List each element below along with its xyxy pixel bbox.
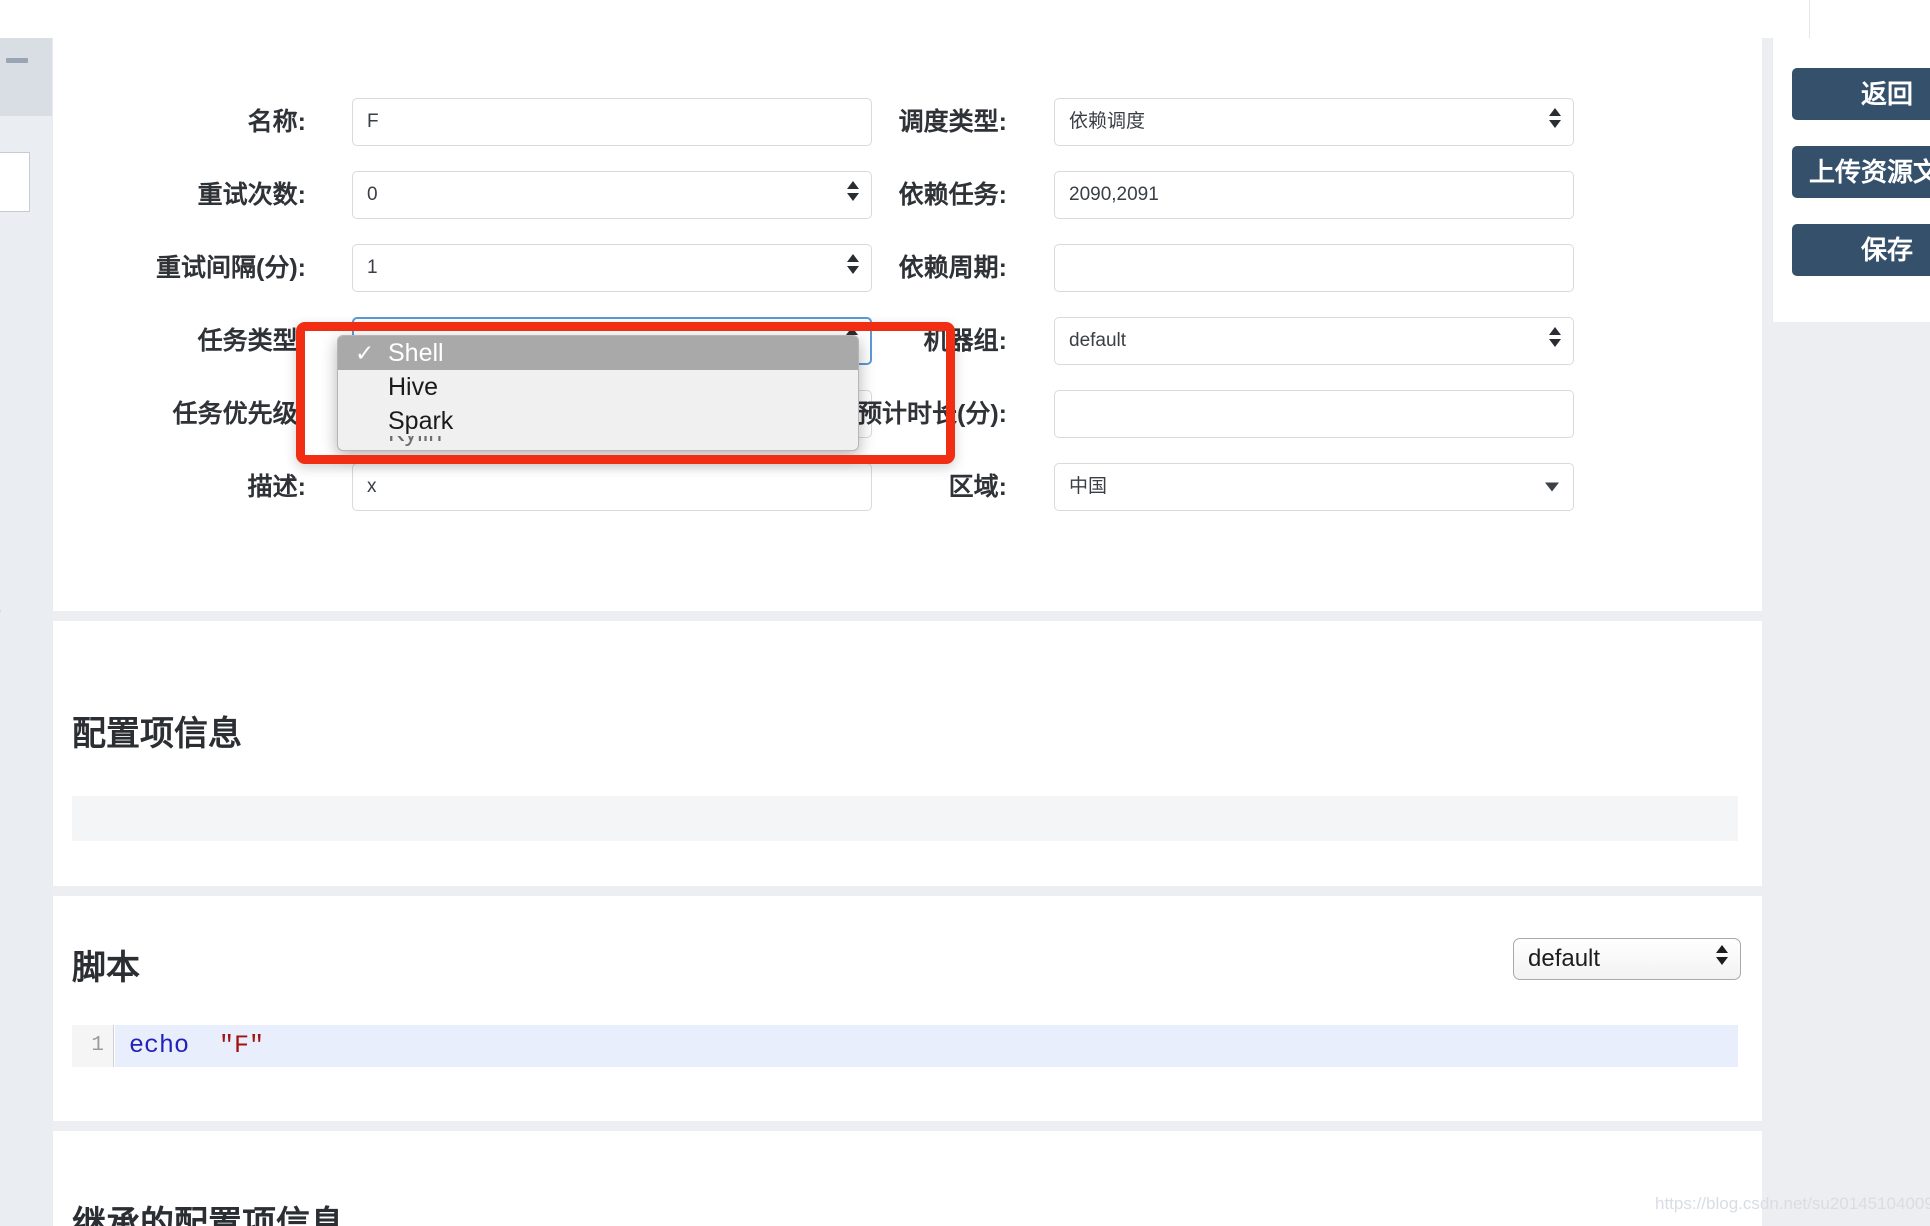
dropdown-option-spark[interactable]: Spark: [338, 404, 858, 438]
field-label: 依赖任务:: [898, 181, 1007, 209]
dropdown-option-label: Shell: [388, 339, 444, 367]
form-row: 区域: 中国: [52, 463, 1762, 511]
field-label: 区域:: [948, 473, 1007, 501]
right-field-input-2[interactable]: [1054, 244, 1574, 292]
config-empty-row: [72, 796, 1738, 841]
back-button[interactable]: 返回: [1792, 68, 1930, 120]
dropdown-clipped-option[interactable]: Kylin: [338, 436, 858, 450]
app-root: ) 名称:F重试次数:0重试间隔(分):1任务类型:任务优先级:描述:x 调度类…: [0, 0, 1930, 1226]
dropdown-option-shell[interactable]: ✓ Shell: [338, 336, 858, 370]
config-section-title: 配置项信息: [72, 715, 242, 753]
form-row: 预计时长(分):: [52, 390, 1762, 438]
field-label: 机器组:: [923, 327, 1007, 355]
left-sidebar: [0, 38, 52, 1226]
right-field-input-1[interactable]: 2090,2091: [1054, 171, 1574, 219]
watermark: https://blog.csdn.net/su20145104009: [1655, 1194, 1930, 1213]
dropdown-option-hive[interactable]: Hive: [338, 370, 858, 404]
dropdown-option-label: Hive: [388, 373, 439, 401]
form-row: 机器组: default: [52, 317, 1762, 365]
field-control-wrap: [1054, 390, 1574, 438]
form-row: 调度类型: 依赖调度: [52, 98, 1762, 146]
code-string-token: "F": [219, 1031, 265, 1060]
inherited-section-title: 继承的配置项信息: [72, 1205, 344, 1226]
script-type-select-value: default: [1528, 945, 1601, 972]
field-label: 调度类型:: [898, 108, 1007, 136]
sidebar-dash-icon: [6, 58, 28, 63]
script-code-editor[interactable]: 1 echo "F": [72, 1025, 1738, 1067]
right-field-input-3[interactable]: default: [1054, 317, 1574, 365]
chevron-down-icon[interactable]: [1545, 482, 1559, 492]
script-section-card: [52, 896, 1762, 1121]
save-button[interactable]: 保存: [1792, 224, 1930, 276]
upload-resource-button[interactable]: 上传资源文件: [1792, 146, 1930, 198]
right-field-input-0[interactable]: 依赖调度: [1054, 98, 1574, 146]
sidebar-glyph: ): [0, 595, 14, 625]
field-control-wrap: [1054, 244, 1574, 292]
script-section-title: 脚本: [72, 949, 140, 987]
field-control-wrap: 依赖调度: [1054, 98, 1574, 146]
sidebar-active-block[interactable]: [0, 38, 52, 116]
card-edge: [52, 1131, 53, 1226]
code-line-number: 1: [72, 1025, 114, 1067]
top-bar-divider: [1809, 0, 1810, 38]
form-row: 依赖周期:: [52, 244, 1762, 292]
config-section-card: [52, 621, 1762, 886]
code-keyword-token: echo: [129, 1031, 190, 1060]
code-line[interactable]: echo "F": [115, 1025, 1738, 1067]
dropdown-option-label: Kylin: [388, 436, 442, 447]
stepper-arrows-icon[interactable]: [1548, 108, 1561, 136]
card-edge: [52, 621, 53, 886]
task-type-dropdown-menu[interactable]: ✓ Shell Hive Spark Kylin: [337, 335, 859, 451]
field-control-wrap: 中国: [1054, 463, 1574, 511]
top-bar: [0, 0, 1930, 38]
checkmark-icon: ✓: [355, 340, 375, 366]
task-form-card: 名称: F 重试次数: 0 重试间隔(分): 1 任务类型: 任务优先级: 描述: x 调度类型:…: [52, 38, 1762, 611]
dropdown-option-label: Spark: [388, 407, 454, 435]
form-row: 依赖任务: 2090,2091: [52, 171, 1762, 219]
card-edge: [52, 896, 53, 1121]
script-type-select[interactable]: default: [1513, 938, 1741, 980]
stepper-arrows-icon[interactable]: [1548, 327, 1561, 355]
field-label: 预计时长(分):: [857, 400, 1007, 428]
field-label: 依赖周期:: [898, 254, 1007, 282]
right-field-input-5[interactable]: 中国: [1054, 463, 1574, 511]
sidebar-panel-fragment: [0, 152, 30, 212]
field-control-wrap: default: [1054, 317, 1574, 365]
action-buttons-card: 返回 上传资源文件 保存: [1772, 38, 1930, 322]
card-edge: [1772, 38, 1773, 322]
field-control-wrap: 2090,2091: [1054, 171, 1574, 219]
stepper-arrows-icon: [1715, 945, 1728, 973]
right-field-input-4[interactable]: [1054, 390, 1574, 438]
